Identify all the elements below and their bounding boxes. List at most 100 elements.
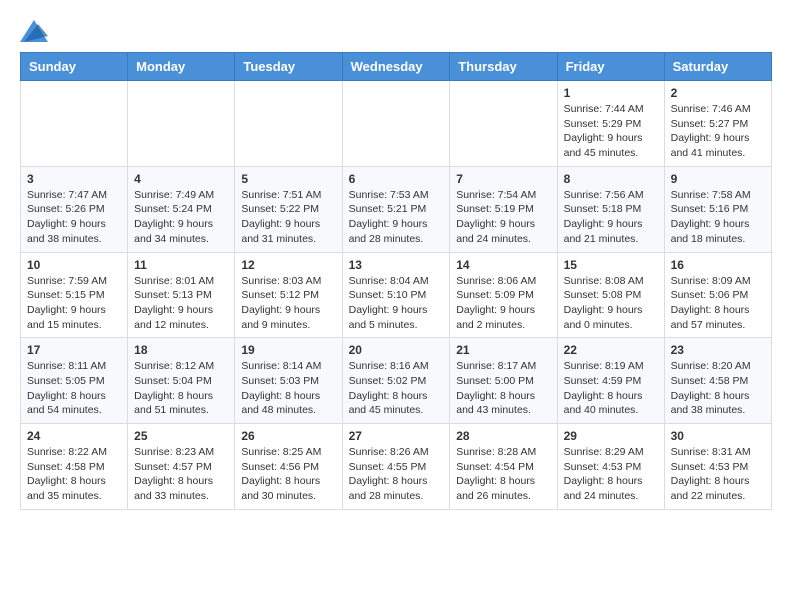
day-info: Sunrise: 8:17 AM Sunset: 5:00 PM Dayligh… (456, 359, 550, 418)
calendar-cell: 19 Sunrise: 8:14 AM Sunset: 5:03 PM Dayli… (235, 338, 342, 424)
weekday-thursday: Thursday (450, 53, 557, 81)
calendar-cell: 22Sunrise: 8:19 AM Sunset: 4:59 PM Dayli… (557, 338, 664, 424)
day-number: 24 (27, 429, 121, 443)
day-number: 5 (241, 172, 335, 186)
calendar-table: SundayMondayTuesdayWednesdayThursdayFrid… (20, 52, 772, 510)
day-number: 2 (671, 86, 765, 100)
day-info: Sunrise: 8:12 AM Sunset: 5:04 PM Dayligh… (134, 359, 228, 418)
calendar-cell: 21 Sunrise: 8:17 AM Sunset: 5:00 PM Dayli… (450, 338, 557, 424)
calendar-cell: 11 Sunrise: 8:01 AM Sunset: 5:13 PM Dayli… (128, 252, 235, 338)
day-number: 10 (27, 258, 121, 272)
day-info: Sunrise: 8:19 AM Sunset: 4:59 PM Dayligh… (564, 359, 658, 418)
calendar-cell: 2 Sunrise: 7:46 AM Sunset: 5:27 PM Daylig… (664, 81, 771, 167)
day-info: Sunrise: 7:49 AM Sunset: 5:24 PM Dayligh… (134, 188, 228, 247)
day-number: 16 (671, 258, 765, 272)
day-info: Sunrise: 8:23 AM Sunset: 4:57 PM Dayligh… (134, 445, 228, 504)
day-info: Sunrise: 8:01 AM Sunset: 5:13 PM Dayligh… (134, 274, 228, 333)
day-number: 19 (241, 343, 335, 357)
calendar-cell: 4 Sunrise: 7:49 AM Sunset: 5:24 PM Daylig… (128, 166, 235, 252)
calendar-cell: 16Sunrise: 8:09 AM Sunset: 5:06 PM Dayli… (664, 252, 771, 338)
day-number: 14 (456, 258, 550, 272)
day-number: 18 (134, 343, 228, 357)
day-info: Sunrise: 8:20 AM Sunset: 4:58 PM Dayligh… (671, 359, 765, 418)
day-info: Sunrise: 7:58 AM Sunset: 5:16 PM Dayligh… (671, 188, 765, 247)
day-number: 21 (456, 343, 550, 357)
day-info: Sunrise: 8:16 AM Sunset: 5:02 PM Dayligh… (349, 359, 444, 418)
day-number: 25 (134, 429, 228, 443)
calendar-week-3: 10 Sunrise: 7:59 AM Sunset: 5:15 PM Dayli… (21, 252, 772, 338)
calendar-cell: 5 Sunrise: 7:51 AM Sunset: 5:22 PM Daylig… (235, 166, 342, 252)
weekday-wednesday: Wednesday (342, 53, 450, 81)
calendar-cell: 18 Sunrise: 8:12 AM Sunset: 5:04 PM Dayli… (128, 338, 235, 424)
day-info: Sunrise: 7:56 AM Sunset: 5:18 PM Dayligh… (564, 188, 658, 247)
day-number: 3 (27, 172, 121, 186)
weekday-monday: Monday (128, 53, 235, 81)
day-number: 20 (349, 343, 444, 357)
day-info: Sunrise: 8:11 AM Sunset: 5:05 PM Dayligh… (27, 359, 121, 418)
day-info: Sunrise: 8:29 AM Sunset: 4:53 PM Dayligh… (564, 445, 658, 504)
day-number: 28 (456, 429, 550, 443)
day-number: 29 (564, 429, 658, 443)
day-info: Sunrise: 8:03 AM Sunset: 5:12 PM Dayligh… (241, 274, 335, 333)
day-info: Sunrise: 7:54 AM Sunset: 5:19 PM Dayligh… (456, 188, 550, 247)
logo (20, 20, 52, 42)
calendar-cell: 10 Sunrise: 7:59 AM Sunset: 5:15 PM Dayli… (21, 252, 128, 338)
day-number: 1 (564, 86, 658, 100)
day-number: 11 (134, 258, 228, 272)
calendar-week-2: 3 Sunrise: 7:47 AM Sunset: 5:26 PM Daylig… (21, 166, 772, 252)
calendar-cell (21, 81, 128, 167)
calendar-week-1: 1 Sunrise: 7:44 AM Sunset: 5:29 PM Daylig… (21, 81, 772, 167)
weekday-friday: Friday (557, 53, 664, 81)
calendar-cell: 12Sunrise: 8:03 AM Sunset: 5:12 PM Dayli… (235, 252, 342, 338)
calendar-cell: 13 Sunrise: 8:04 AM Sunset: 5:10 PM Dayli… (342, 252, 450, 338)
calendar-cell: 27 Sunrise: 8:26 AM Sunset: 4:55 PM Dayli… (342, 424, 450, 510)
day-info: Sunrise: 7:44 AM Sunset: 5:29 PM Dayligh… (564, 102, 658, 161)
calendar-cell: 17 Sunrise: 8:11 AM Sunset: 5:05 PM Dayli… (21, 338, 128, 424)
day-info: Sunrise: 8:31 AM Sunset: 4:53 PM Dayligh… (671, 445, 765, 504)
day-number: 9 (671, 172, 765, 186)
calendar-cell: 9 Sunrise: 7:58 AM Sunset: 5:16 PM Daylig… (664, 166, 771, 252)
day-number: 8 (564, 172, 658, 186)
calendar-cell: 29 Sunrise: 8:29 AM Sunset: 4:53 PM Dayli… (557, 424, 664, 510)
calendar-week-4: 17 Sunrise: 8:11 AM Sunset: 5:05 PM Dayli… (21, 338, 772, 424)
calendar-cell: 25 Sunrise: 8:23 AM Sunset: 4:57 PM Dayli… (128, 424, 235, 510)
weekday-header-row: SundayMondayTuesdayWednesdayThursdayFrid… (21, 53, 772, 81)
day-info: Sunrise: 7:59 AM Sunset: 5:15 PM Dayligh… (27, 274, 121, 333)
weekday-saturday: Saturday (664, 53, 771, 81)
day-number: 27 (349, 429, 444, 443)
calendar-cell: 15Sunrise: 8:08 AM Sunset: 5:08 PM Dayli… (557, 252, 664, 338)
day-number: 15 (564, 258, 658, 272)
calendar-cell (342, 81, 450, 167)
day-number: 13 (349, 258, 444, 272)
logo-icon (20, 20, 48, 42)
calendar-cell: 1 Sunrise: 7:44 AM Sunset: 5:29 PM Daylig… (557, 81, 664, 167)
calendar-cell: 24 Sunrise: 8:22 AM Sunset: 4:58 PM Dayli… (21, 424, 128, 510)
calendar-cell (235, 81, 342, 167)
day-number: 7 (456, 172, 550, 186)
day-info: Sunrise: 7:47 AM Sunset: 5:26 PM Dayligh… (27, 188, 121, 247)
day-info: Sunrise: 7:51 AM Sunset: 5:22 PM Dayligh… (241, 188, 335, 247)
day-info: Sunrise: 8:25 AM Sunset: 4:56 PM Dayligh… (241, 445, 335, 504)
day-info: Sunrise: 8:04 AM Sunset: 5:10 PM Dayligh… (349, 274, 444, 333)
page-header (20, 20, 772, 42)
calendar-cell (450, 81, 557, 167)
day-info: Sunrise: 8:26 AM Sunset: 4:55 PM Dayligh… (349, 445, 444, 504)
weekday-tuesday: Tuesday (235, 53, 342, 81)
day-number: 30 (671, 429, 765, 443)
calendar-cell: 26Sunrise: 8:25 AM Sunset: 4:56 PM Dayli… (235, 424, 342, 510)
day-info: Sunrise: 8:06 AM Sunset: 5:09 PM Dayligh… (456, 274, 550, 333)
weekday-sunday: Sunday (21, 53, 128, 81)
calendar-cell (128, 81, 235, 167)
calendar-week-5: 24 Sunrise: 8:22 AM Sunset: 4:58 PM Dayli… (21, 424, 772, 510)
calendar-cell: 7 Sunrise: 7:54 AM Sunset: 5:19 PM Daylig… (450, 166, 557, 252)
day-number: 23 (671, 343, 765, 357)
calendar-cell: 20 Sunrise: 8:16 AM Sunset: 5:02 PM Dayli… (342, 338, 450, 424)
day-number: 17 (27, 343, 121, 357)
day-number: 4 (134, 172, 228, 186)
day-info: Sunrise: 8:14 AM Sunset: 5:03 PM Dayligh… (241, 359, 335, 418)
day-number: 6 (349, 172, 444, 186)
day-info: Sunrise: 8:22 AM Sunset: 4:58 PM Dayligh… (27, 445, 121, 504)
day-info: Sunrise: 7:46 AM Sunset: 5:27 PM Dayligh… (671, 102, 765, 161)
calendar-cell: 3 Sunrise: 7:47 AM Sunset: 5:26 PM Daylig… (21, 166, 128, 252)
calendar-cell: 30 Sunrise: 8:31 AM Sunset: 4:53 PM Dayli… (664, 424, 771, 510)
